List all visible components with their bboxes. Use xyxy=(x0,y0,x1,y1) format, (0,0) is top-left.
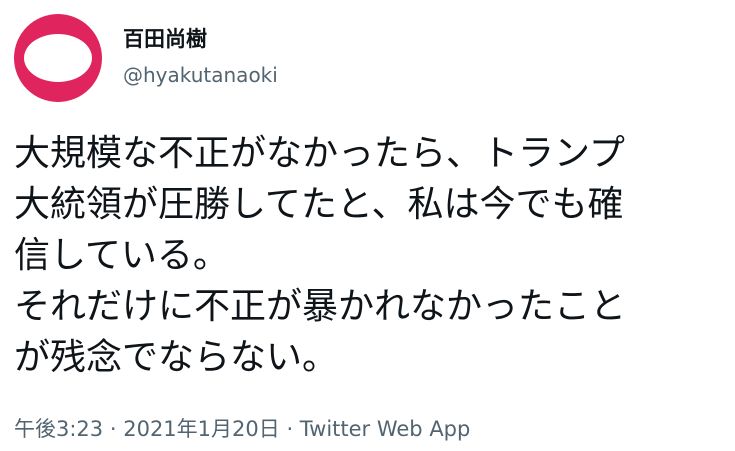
tweet-text-line: が残念でならない。 xyxy=(14,337,339,378)
user-handle[interactable]: @hyakutanaoki xyxy=(123,62,278,88)
tweet-meta: 午後3:23 · 2021年1月20日 · Twitter Web App xyxy=(14,415,470,443)
tweet-time[interactable]: 午後3:23 xyxy=(14,417,103,441)
meta-separator: · xyxy=(109,417,124,441)
tweet: 百田尚樹 @hyakutanaoki 大規模な不正がなかったら、トランプ 大統領… xyxy=(0,0,735,451)
tweet-text-line: 大統領が圧勝してたと、私は今でも確 xyxy=(14,184,624,225)
avatar-image xyxy=(24,34,92,82)
display-name[interactable]: 百田尚樹 xyxy=(123,24,278,54)
user-info: 百田尚樹 @hyakutanaoki xyxy=(123,24,278,88)
tweet-source[interactable]: Twitter Web App xyxy=(300,417,471,441)
tweet-text-line: 信している。 xyxy=(14,235,229,276)
meta-separator: · xyxy=(286,417,300,441)
tweet-text-line: 大規模な不正がなかったら、トランプ xyxy=(14,133,625,174)
tweet-text-line: それだけに不正が暴かれなかったこと xyxy=(14,286,627,327)
tweet-text: 大規模な不正がなかったら、トランプ 大統領が圧勝してたと、私は今でも確 信してい… xyxy=(14,128,726,383)
avatar[interactable] xyxy=(14,14,102,102)
tweet-date[interactable]: 2021年1月20日 xyxy=(123,417,280,441)
